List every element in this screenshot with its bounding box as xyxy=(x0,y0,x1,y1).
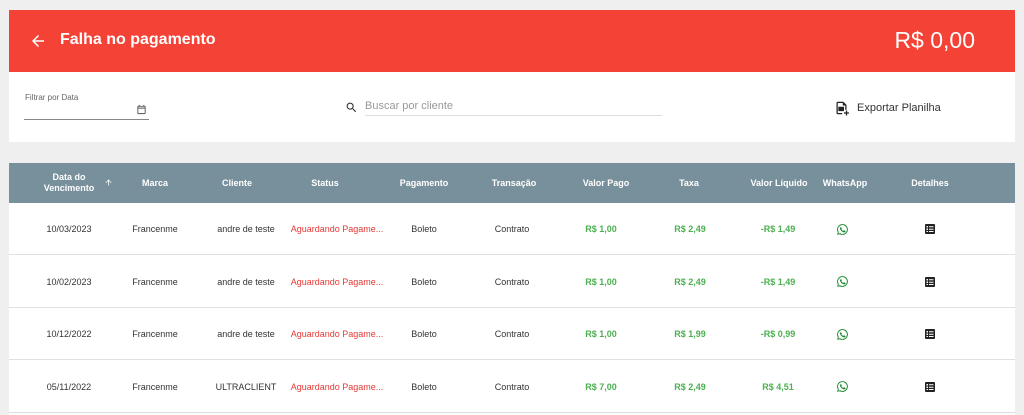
total-amount: R$ 0,00 xyxy=(894,27,975,53)
cell-transacao: Contrato xyxy=(494,276,530,287)
whatsapp-button[interactable] xyxy=(812,308,872,360)
whatsapp-icon xyxy=(836,381,848,392)
cell-marca: Francenme xyxy=(132,224,178,234)
details-button[interactable] xyxy=(900,308,960,360)
whatsapp-icon xyxy=(836,328,848,340)
page-title: Falha no pagamento xyxy=(60,31,216,48)
cell-vencimento: 05/11/2022 xyxy=(46,381,92,392)
col-valor-liquido[interactable]: Valor Líquido xyxy=(739,163,819,203)
cell-taxa: R$ 1,99 xyxy=(674,329,706,339)
cell-marca: Francenme xyxy=(132,381,178,392)
cell-transacao: Contrato xyxy=(494,381,530,392)
whatsapp-button[interactable] xyxy=(812,361,872,413)
cell-transacao: Contrato xyxy=(494,329,530,339)
cell-valor-pago: R$ 1,00 xyxy=(585,224,617,234)
payments-table: Data do Vencimento Marca Cliente Status … xyxy=(9,163,1015,415)
arrow-left-icon[interactable] xyxy=(29,32,47,50)
cell-valor-pago: R$ 1,00 xyxy=(585,329,617,339)
col-vencimento-line1: Data do xyxy=(52,172,86,182)
col-transacao[interactable]: Transação xyxy=(479,163,549,203)
cell-taxa: R$ 2,49 xyxy=(674,224,706,234)
filters-bar: Filtrar por Data Exportar Planilha xyxy=(9,72,1015,142)
cell-status: Aguardando Pagame... xyxy=(290,381,384,392)
cell-status: Aguardando Pagame... xyxy=(290,329,384,339)
table-row: 10/03/2023 Francenme andre de teste Agua… xyxy=(9,203,1015,255)
col-marca[interactable]: Marca xyxy=(125,163,185,203)
cell-valor-liquido: R$ 4,51 xyxy=(762,381,794,392)
whatsapp-button[interactable] xyxy=(812,203,872,255)
cell-pagamento: Boleto xyxy=(411,224,437,234)
arrow-up-icon[interactable] xyxy=(104,178,113,187)
table-row: 10/12/2022 Francenme andre de teste Agua… xyxy=(9,308,1015,360)
cell-status: Aguardando Pagame... xyxy=(290,224,384,234)
col-taxa[interactable]: Taxa xyxy=(659,163,719,203)
cell-marca: Francenme xyxy=(132,276,178,287)
cell-status: Aguardando Pagame... xyxy=(290,276,384,287)
cell-vencimento: 10/12/2022 xyxy=(46,329,92,339)
cell-cliente: ULTRACLIENT xyxy=(215,381,277,392)
table-row: 05/11/2022 Francenme ULTRACLIENT Aguarda… xyxy=(9,361,1015,413)
cell-cliente: andre de teste xyxy=(217,329,275,339)
cell-pagamento: Boleto xyxy=(411,329,437,339)
search-icon xyxy=(346,102,357,113)
col-whatsapp: WhatsApp xyxy=(822,177,868,188)
col-pagamento[interactable]: Pagamento xyxy=(389,163,459,203)
cell-transacao: Contrato xyxy=(494,224,530,234)
calendar-icon[interactable] xyxy=(136,104,147,115)
details-button[interactable] xyxy=(900,256,960,308)
col-vencimento[interactable]: Data do Vencimento xyxy=(29,163,109,203)
page-header: Falha no pagamento R$ 0,00 xyxy=(9,10,1015,72)
cell-cliente: andre de teste xyxy=(217,224,275,234)
whatsapp-icon xyxy=(836,223,848,235)
details-list-icon xyxy=(925,276,935,287)
whatsapp-button[interactable] xyxy=(812,256,872,308)
cell-valor-liquido: -R$ 1,49 xyxy=(760,224,796,234)
details-list-icon xyxy=(925,224,935,234)
col-status[interactable]: Status xyxy=(295,163,355,203)
search-input[interactable] xyxy=(365,97,662,116)
cell-valor-liquido: -R$ 0,99 xyxy=(760,329,796,339)
export-spreadsheet-button[interactable]: Exportar Planilha xyxy=(834,99,941,117)
cell-taxa: R$ 2,49 xyxy=(674,381,706,392)
cell-taxa: R$ 2,49 xyxy=(674,276,706,287)
cell-valor-pago: R$ 1,00 xyxy=(585,276,617,287)
date-filter-label: Filtrar por Data xyxy=(25,93,79,102)
cell-cliente: andre de teste xyxy=(217,276,275,287)
whatsapp-icon xyxy=(836,276,848,287)
cell-valor-liquido: -R$ 1,49 xyxy=(760,276,796,287)
col-cliente[interactable]: Cliente xyxy=(207,163,267,203)
table-header: Data do Vencimento Marca Cliente Status … xyxy=(9,163,1015,203)
details-list-icon xyxy=(925,381,935,392)
col-vencimento-line2: Vencimento xyxy=(43,183,95,193)
col-valor-pago[interactable]: Valor Pago xyxy=(571,163,641,203)
cell-vencimento: 10/03/2023 xyxy=(46,224,92,234)
col-detalhes: Detalhes xyxy=(911,177,949,188)
cell-pagamento: Boleto xyxy=(411,381,437,392)
details-list-icon xyxy=(925,329,935,339)
spreadsheet-export-icon xyxy=(836,101,849,116)
table-row: 10/02/2023 Francenme andre de teste Agua… xyxy=(9,256,1015,308)
details-button[interactable] xyxy=(900,361,960,413)
details-button[interactable] xyxy=(900,203,960,255)
date-filter-field[interactable] xyxy=(24,102,149,120)
cell-vencimento: 10/02/2023 xyxy=(46,276,92,287)
cell-marca: Francenme xyxy=(132,329,178,339)
cell-valor-pago: R$ 7,00 xyxy=(585,381,617,392)
export-label: Exportar Planilha xyxy=(857,102,941,114)
cell-pagamento: Boleto xyxy=(411,276,437,287)
